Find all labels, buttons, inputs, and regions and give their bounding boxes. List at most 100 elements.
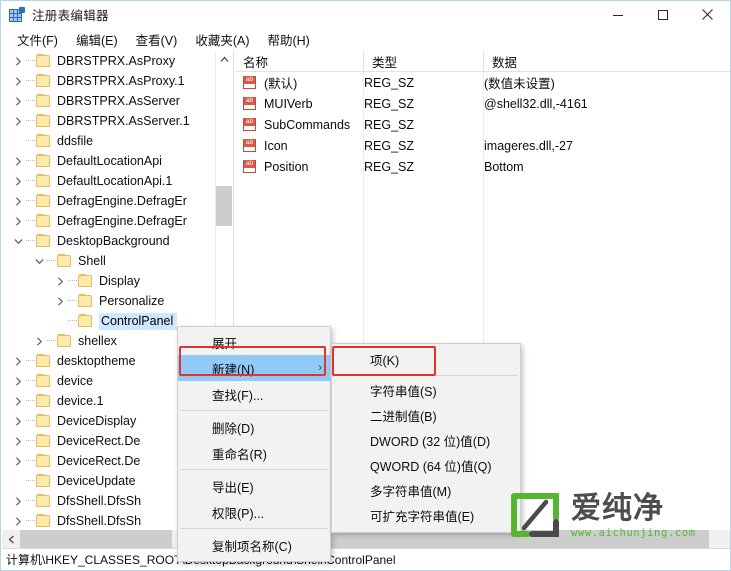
context-menu-item[interactable]: 复制项名称(C) xyxy=(178,532,330,558)
context-menu-item[interactable]: 查找(F)... xyxy=(178,381,330,407)
menu-view[interactable]: 查看(V) xyxy=(127,28,187,52)
ab-string-icon: ab xyxy=(243,96,258,111)
tree-node-label: Personalize xyxy=(99,294,165,308)
menu-help[interactable]: 帮助(H) xyxy=(258,28,318,52)
value-type-cell: REG_SZ xyxy=(364,75,415,90)
column-header-type[interactable]: 类型 xyxy=(364,51,484,71)
table-row[interactable]: ab Icon REG_SZ imageres.dll,-27 xyxy=(235,135,730,156)
chevron-right-icon[interactable] xyxy=(10,513,26,529)
chevron-right-icon[interactable] xyxy=(52,273,68,289)
scroll-up-arrow-icon[interactable] xyxy=(216,51,233,68)
submenu-item[interactable]: DWORD (32 位)值(D) xyxy=(332,428,520,453)
chevron-right-icon[interactable] xyxy=(10,53,26,69)
tree-node[interactable]: DefragEngine.DefragEr xyxy=(2,211,216,231)
submenu-item[interactable]: 项(K) xyxy=(332,347,520,372)
tree-node[interactable]: Shell xyxy=(2,251,216,271)
submenu-item[interactable]: 可扩充字符串值(E) xyxy=(332,503,520,528)
menu-favorites[interactable]: 收藏夹(A) xyxy=(186,28,258,52)
chevron-right-icon[interactable] xyxy=(10,113,26,129)
submenu-item[interactable]: 字符串值(S) xyxy=(332,378,520,403)
context-menu-item[interactable]: 新建(N) › xyxy=(178,355,330,381)
table-row[interactable]: ab (默认) REG_SZ (数值未设置) xyxy=(235,72,730,93)
tree-node-spacer xyxy=(10,473,26,489)
chevron-right-icon[interactable] xyxy=(10,93,26,109)
table-row[interactable]: ab Position REG_SZ Bottom xyxy=(235,156,730,177)
tree-node[interactable]: DBRSTPRX.AsProxy xyxy=(2,51,216,71)
tree-scroll-thumb[interactable] xyxy=(216,186,232,226)
tree-node-label: DefaultLocationApi.1 xyxy=(57,174,173,188)
context-menu-item[interactable]: 删除(D) xyxy=(178,414,330,440)
tree-node[interactable]: DefragEngine.DefragEr xyxy=(2,191,216,211)
tree-node[interactable]: DBRSTPRX.AsServer.1 xyxy=(2,111,216,131)
tree-hscroll-thumb[interactable] xyxy=(20,530,172,548)
submenu-item[interactable]: 多字符串值(M) xyxy=(332,478,520,503)
context-menu-item[interactable]: 导出(E) xyxy=(178,473,330,499)
values-list[interactable]: ab (默认) REG_SZ (数值未设置) ab MUIVerb REG_SZ @shell… xyxy=(235,72,730,177)
chevron-right-icon[interactable] xyxy=(10,453,26,469)
context-menu-item[interactable]: 重命名(R) xyxy=(178,440,330,466)
submenu-item-label: 字符串值(S) xyxy=(370,385,437,399)
tree-node-label: DesktopBackground xyxy=(57,234,170,248)
column-header-name[interactable]: 名称 xyxy=(235,51,364,71)
tree-node[interactable]: DBRSTPRX.AsProxy.1 xyxy=(2,71,216,91)
tree-connector xyxy=(26,360,35,362)
folder-icon xyxy=(78,294,94,308)
table-row[interactable]: ab SubCommands REG_SZ xyxy=(235,114,730,135)
chevron-right-icon[interactable] xyxy=(10,353,26,369)
context-menu-item[interactable]: 权限(P)... xyxy=(178,499,330,525)
tree-node[interactable]: DefaultLocationApi xyxy=(2,151,216,171)
chevron-right-icon[interactable] xyxy=(10,173,26,189)
submenu-item-label: 项(K) xyxy=(370,354,400,368)
folder-icon xyxy=(57,254,73,268)
tree-node[interactable]: ddsfile xyxy=(2,131,216,151)
tree-connector xyxy=(26,100,35,102)
chevron-right-icon[interactable] xyxy=(10,213,26,229)
ab-string-icon: ab xyxy=(243,75,258,90)
tree-connector xyxy=(26,180,35,182)
maximize-button[interactable] xyxy=(640,1,685,28)
submenu-item[interactable]: 二进制值(B) xyxy=(332,403,520,428)
ab-string-icon: ab xyxy=(243,138,258,153)
tree-node[interactable]: DBRSTPRX.AsServer xyxy=(2,91,216,111)
tree-node[interactable]: Display xyxy=(2,271,216,291)
window-title: 注册表编辑器 xyxy=(32,9,109,23)
chevron-right-icon[interactable] xyxy=(10,373,26,389)
minimize-button[interactable] xyxy=(595,1,640,28)
tree-node[interactable]: DefaultLocationApi.1 xyxy=(2,171,216,191)
chevron-right-icon[interactable] xyxy=(10,193,26,209)
table-row[interactable]: ab MUIVerb REG_SZ @shell32.dll,-4161 xyxy=(235,93,730,114)
tree-connector xyxy=(47,260,56,262)
chevron-right-icon[interactable] xyxy=(10,73,26,89)
chevron-right-icon[interactable] xyxy=(10,153,26,169)
submenu-item[interactable]: QWORD (64 位)值(Q) xyxy=(332,453,520,478)
tree-node[interactable]: DesktopBackground xyxy=(2,231,216,251)
close-button[interactable] xyxy=(685,1,730,28)
folder-icon xyxy=(36,474,52,488)
context-menu-item-label: 删除(D) xyxy=(212,421,255,436)
value-type-cell: REG_SZ xyxy=(364,159,415,174)
context-menu-item[interactable]: 展开 xyxy=(178,329,330,355)
tree-node-label: DefaultLocationApi xyxy=(57,154,162,168)
tree-connector xyxy=(68,300,77,302)
tree-connector xyxy=(26,240,35,242)
chevron-right-icon[interactable] xyxy=(31,333,47,349)
chevron-right-icon[interactable] xyxy=(10,493,26,509)
column-header-data[interactable]: 数据 xyxy=(484,51,730,71)
chevron-down-icon[interactable] xyxy=(31,253,47,269)
tree-node-label: DeviceDisplay xyxy=(57,414,137,428)
tree-connector xyxy=(26,420,35,422)
context-menu[interactable]: 展开 新建(N) › 查找(F)... 删除(D) 重命名(R) 导出(E) 权限(P)...… xyxy=(177,326,331,562)
regedit-window: 注册表编辑器 文件(F) 编辑(E) 查看(V) 收藏夹(A) 帮助(H) DB… xyxy=(0,0,731,571)
menu-file[interactable]: 文件(F) xyxy=(8,28,67,52)
tree-node[interactable]: Personalize xyxy=(2,291,216,311)
chevron-right-icon[interactable] xyxy=(52,293,68,309)
tree-node-label: DefragEngine.DefragEr xyxy=(57,194,187,208)
chevron-right-icon[interactable] xyxy=(10,393,26,409)
chevron-right-icon[interactable] xyxy=(10,413,26,429)
new-submenu[interactable]: 项(K) 字符串值(S) 二进制值(B) DWORD (32 位)值(D) QWORD … xyxy=(331,343,521,533)
chevron-right-icon[interactable] xyxy=(10,433,26,449)
tree-node-label: device.1 xyxy=(57,394,104,408)
menu-edit[interactable]: 编辑(E) xyxy=(67,28,127,52)
chevron-down-icon[interactable] xyxy=(10,233,26,249)
scroll-left-arrow-icon[interactable] xyxy=(2,530,20,548)
